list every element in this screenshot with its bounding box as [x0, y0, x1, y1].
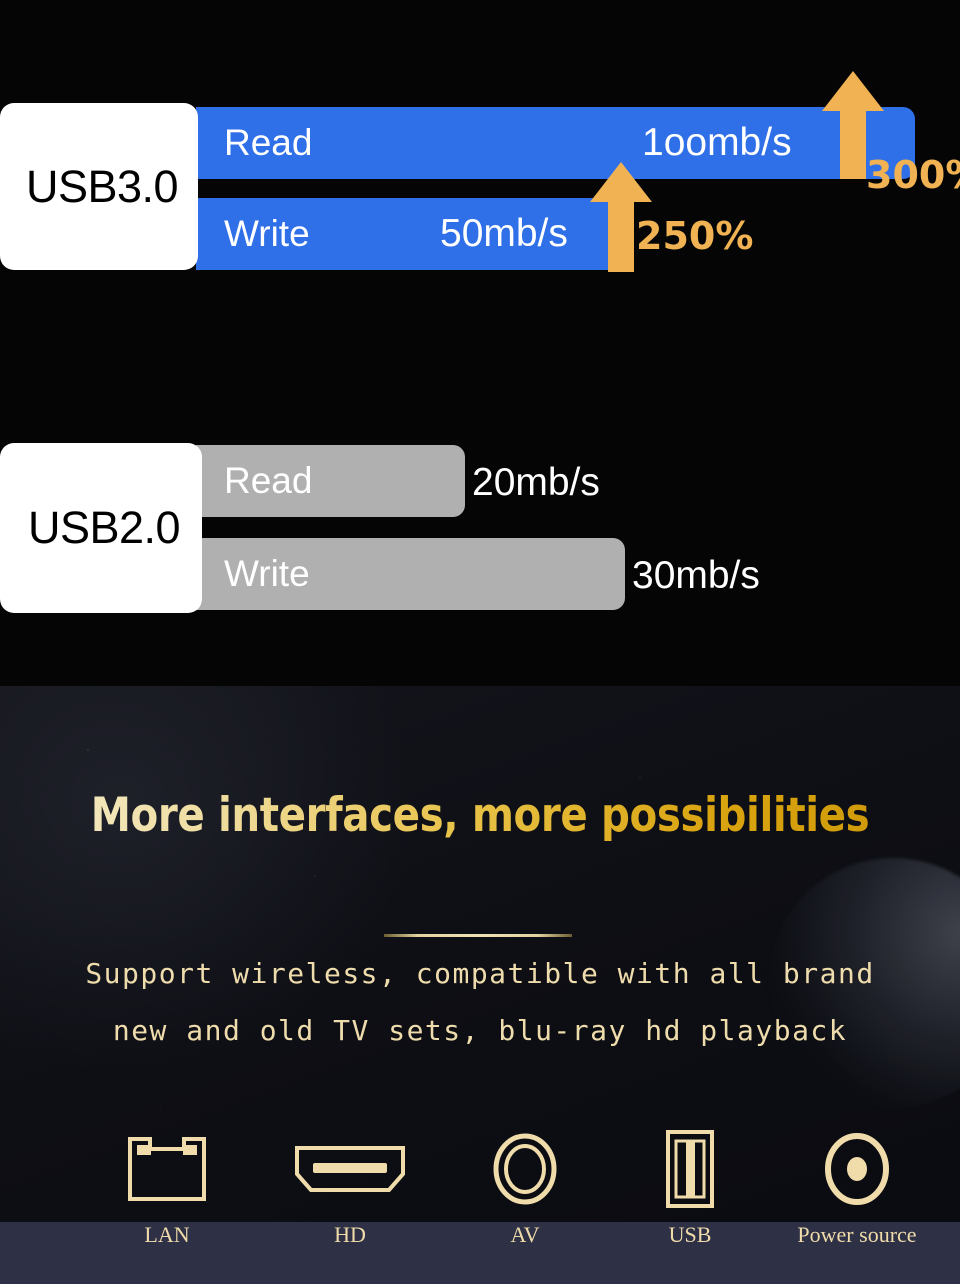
usb3-write-percent: 250% [636, 214, 754, 258]
port-item-usb: USB [615, 1126, 765, 1248]
usb3-badge-label: USB3.0 [25, 160, 179, 212]
usb3-read-value: 1oomb/s [642, 121, 792, 164]
usb3-write-bar: Write 50mb/s [196, 198, 620, 270]
usb2-badge: USB2.0 [0, 443, 202, 613]
usb2-read-value: 20mb/s [472, 461, 600, 504]
usb-port-icon [615, 1126, 765, 1212]
usb2-write-label: Write [224, 553, 310, 594]
usb2-badge-label: USB2.0 [27, 502, 181, 553]
usb2-read-label: Read [224, 460, 313, 501]
port-strip: LAN HD AV USB Power source [0, 1126, 960, 1284]
av-jack-port-icon [450, 1126, 600, 1212]
speed-comparison-section: USB3.0 Read 1oomb/s 300% Write 50mb/s 25… [0, 0, 960, 686]
usb2-spec-group: USB2.0 Read 20mb/s Write 30mb/s [0, 443, 960, 613]
interfaces-subtitle-line-2: new and old TV sets, blu-ray hd playback [112, 1014, 848, 1047]
usb3-read-percent: 300% [866, 153, 960, 197]
interfaces-headline: More interfaces, more possibilities [67, 788, 893, 843]
usb3-write-label: Write [224, 213, 310, 254]
headline-divider [384, 934, 572, 937]
usb3-read-bar: Read 1oomb/s [196, 107, 915, 179]
usb3-badge: USB3.0 [0, 103, 198, 270]
port-item-power: Power source [762, 1126, 952, 1248]
port-label-lan: LAN [144, 1222, 190, 1247]
port-label-usb: USB [668, 1222, 712, 1247]
port-label-hd: HD [334, 1222, 366, 1247]
port-label-av: AV [510, 1222, 540, 1247]
interfaces-subtitle-line-1: Support wireless, compatible with all br… [85, 957, 875, 990]
usb2-read-bar: Read [196, 445, 465, 517]
usb3-read-label: Read [224, 122, 313, 163]
hdmi-port-icon [275, 1126, 425, 1212]
port-label-power: Power source [797, 1222, 917, 1247]
port-item-lan: LAN [92, 1126, 242, 1248]
usb2-write-bar: Write [196, 538, 625, 610]
rj45-lan-port-icon [92, 1126, 242, 1212]
port-item-hd: HD [275, 1126, 425, 1248]
dc-power-jack-icon [762, 1126, 952, 1212]
usb3-spec-group: USB3.0 Read 1oomb/s 300% Write 50mb/s 25… [0, 71, 960, 272]
usb2-write-value: 30mb/s [632, 554, 760, 597]
port-item-av: AV [450, 1126, 600, 1248]
usb3-write-value: 50mb/s [440, 212, 568, 255]
